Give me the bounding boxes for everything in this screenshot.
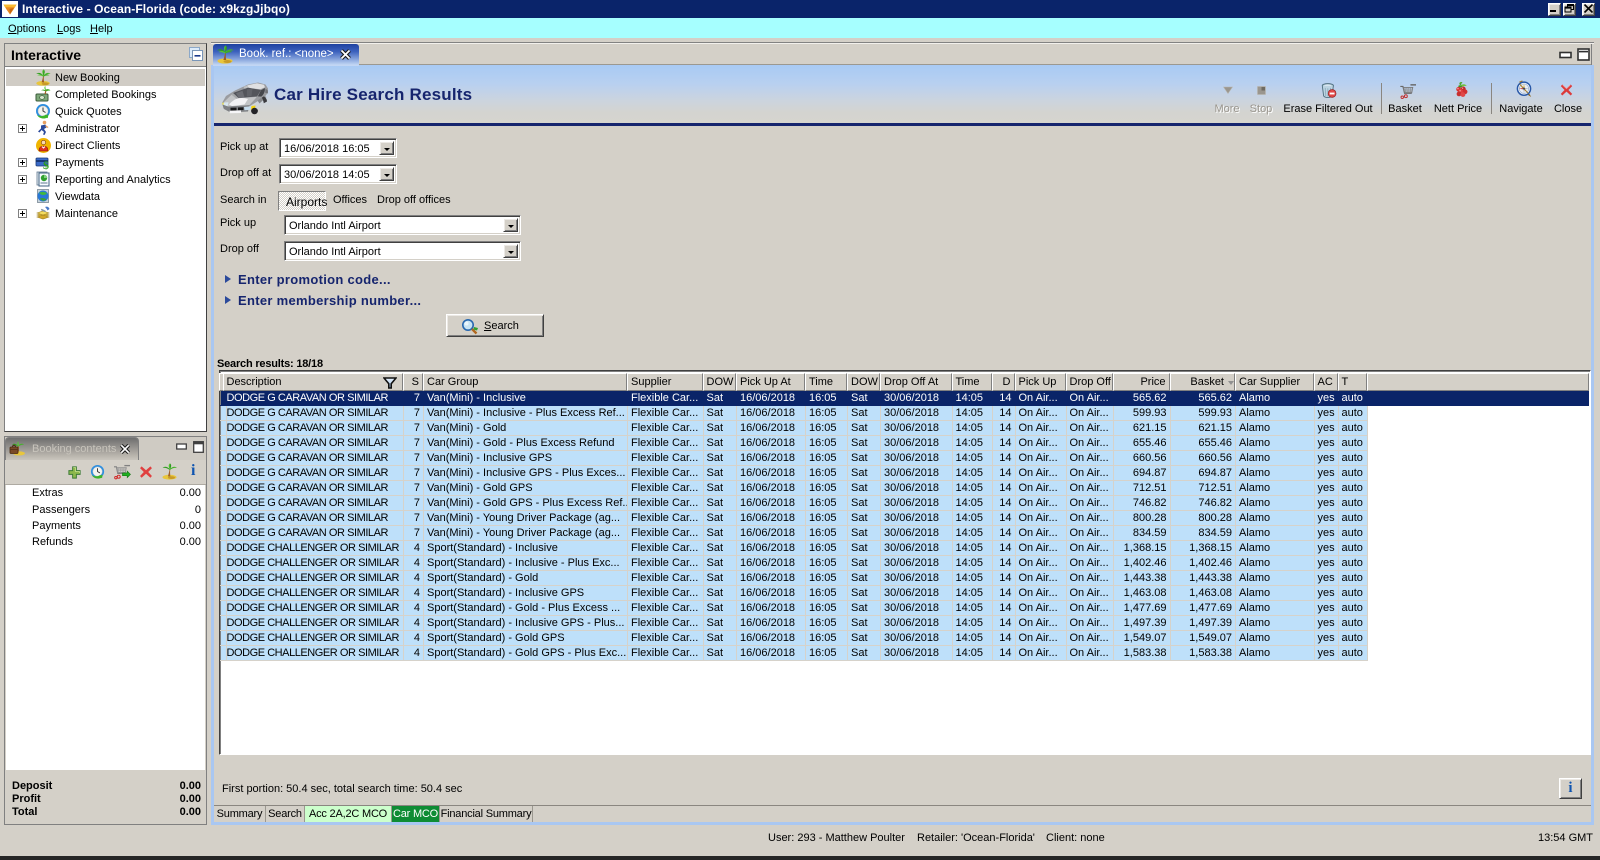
svg-text:$: $ [43, 158, 49, 171]
